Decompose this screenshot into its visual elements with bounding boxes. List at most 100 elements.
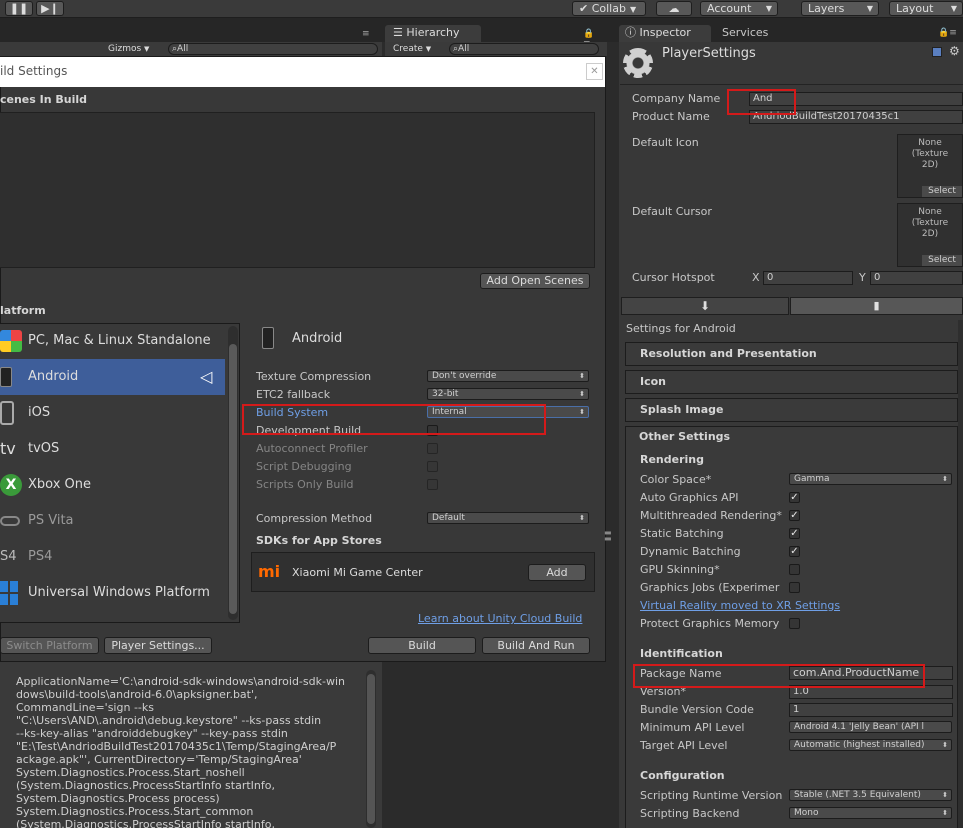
android-platform-icon xyxy=(262,327,274,349)
scripting-backend-dropdown[interactable]: Mono ⬍ xyxy=(789,807,952,819)
info-icon: ⓘ xyxy=(625,26,636,39)
ps-vita-icon xyxy=(0,516,20,526)
console-line: ApplicationName='C:\android-sdk-windows\… xyxy=(16,675,345,688)
target-api-dropdown[interactable]: Automatic (highest installed) ⬍ xyxy=(789,739,952,751)
scenes-list[interactable] xyxy=(0,112,595,268)
caret-down-icon: ▼ xyxy=(629,5,637,14)
player-settings-button[interactable]: Player Settings... xyxy=(104,637,212,654)
cloud-button[interactable]: ☁ xyxy=(656,1,692,16)
console-scrollbar-thumb[interactable] xyxy=(367,674,375,824)
platform-item-standalone[interactable]: PC, Mac & Linux Standalone xyxy=(0,323,225,359)
platform-scrollbar-thumb[interactable] xyxy=(229,344,237,614)
platform-item-ios[interactable]: iOS xyxy=(0,395,225,431)
section-icon[interactable]: Icon xyxy=(625,370,958,394)
account-dropdown[interactable]: Account ▼ xyxy=(700,1,778,16)
sdk-add-button[interactable]: Add xyxy=(528,564,586,581)
min-api-dropdown[interactable]: Android 4.1 'Jelly Bean' (API l xyxy=(789,721,952,733)
section-resolution[interactable]: Resolution and Presentation xyxy=(625,342,958,366)
add-open-scenes-button[interactable]: Add Open Scenes xyxy=(480,273,590,289)
rendering-header: Rendering xyxy=(640,453,704,466)
platform-tab-standalone[interactable]: ⬇ xyxy=(621,297,789,315)
bundle-code-field[interactable]: 1 xyxy=(789,703,953,717)
hierarchy-menu-icon[interactable]: 🔒≡ xyxy=(583,29,601,49)
static-batching-checkbox[interactable]: ✓ xyxy=(789,528,800,539)
multithreaded-checkbox[interactable]: ✓ xyxy=(789,510,800,521)
hotspot-y-field[interactable]: 0 xyxy=(870,271,963,285)
section-splash[interactable]: Splash Image xyxy=(625,398,958,422)
gpu-skinning-checkbox[interactable] xyxy=(789,564,800,575)
platform-scrollbar[interactable] xyxy=(228,326,238,620)
platform-item-uwp[interactable]: Universal Windows Platform xyxy=(0,575,225,611)
layers-dropdown[interactable]: Layers ▼ xyxy=(801,1,879,16)
tab-hierarchy[interactable]: ☰ Hierarchy xyxy=(385,25,481,42)
platform-item-xbox[interactable]: X Xbox One xyxy=(0,467,225,503)
console-line: (System.Diagnostics.ProcessStartInfo sta… xyxy=(16,818,275,828)
build-button[interactable]: Build xyxy=(368,637,476,654)
platform-item-android[interactable]: Android ◁ xyxy=(0,359,225,395)
vr-settings-link[interactable]: Virtual Reality moved to XR Settings xyxy=(640,599,840,612)
autoconnect-profiler-checkbox[interactable] xyxy=(427,443,438,454)
company-name-label: Company Name xyxy=(632,92,721,105)
scene-search-input[interactable]: ⌕All xyxy=(168,43,378,55)
close-icon[interactable]: ✕ xyxy=(586,63,603,80)
compression-method-dropdown[interactable]: Default ⬍ xyxy=(427,512,589,524)
protect-graphics-checkbox[interactable] xyxy=(789,618,800,629)
hotspot-x-field[interactable]: 0 xyxy=(763,271,853,285)
console-line: dows\build-tools\android-6.0\apksigner.b… xyxy=(16,688,258,701)
platform-item-ps4[interactable]: S4 PS4 xyxy=(0,539,225,575)
pause-button[interactable]: ❚❚ xyxy=(5,1,33,16)
select-button[interactable]: Select xyxy=(922,186,962,197)
list-icon: ☰ xyxy=(393,26,403,39)
gizmos-dropdown[interactable]: Gizmos ▼ xyxy=(108,43,160,55)
windows-logo-icon xyxy=(0,330,22,352)
dynamic-batching-checkbox[interactable]: ✓ xyxy=(789,546,800,557)
main-toolbar: ❚❚ ▶❙ ✔ Collab ▼ ☁ Account ▼ Layers ▼ Layou… xyxy=(0,0,963,18)
color-space-dropdown[interactable]: Gamma ⬍ xyxy=(789,473,952,485)
etc2-fallback-dropdown[interactable]: 32-bit ⬍ xyxy=(427,388,589,400)
download-icon: ⬇ xyxy=(699,299,711,313)
platform-item-psvita[interactable]: PS Vita xyxy=(0,503,225,539)
check-icon: ✔ xyxy=(579,2,589,15)
select-button[interactable]: Select xyxy=(922,255,962,266)
default-icon-slot[interactable]: None (Texture 2D) Select xyxy=(897,134,963,198)
create-dropdown[interactable]: Create ▼ xyxy=(393,43,443,55)
caret-down-icon: ▼ xyxy=(950,4,957,13)
tab-inspector[interactable]: ⓘ Inspector xyxy=(619,25,711,42)
scripting-runtime-dropdown[interactable]: Stable (.NET 3.5 Equivalent) ⬍ xyxy=(789,789,952,801)
auto-graphics-checkbox[interactable]: ✓ xyxy=(789,492,800,503)
tab-services[interactable]: Services xyxy=(722,25,792,42)
updown-arrow-icon: ⬍ xyxy=(579,390,585,398)
graphics-jobs-checkbox[interactable] xyxy=(789,582,800,593)
settings-for-label: Settings for Android xyxy=(626,322,736,335)
help-icon[interactable] xyxy=(932,47,942,57)
updown-arrow-icon: ⬍ xyxy=(942,475,948,483)
scene-menu-icon[interactable]: ≡ xyxy=(362,29,376,39)
collab-dropdown[interactable]: ✔ Collab ▼ xyxy=(572,1,646,16)
inspector-scrollbar[interactable] xyxy=(958,320,963,828)
platform-item-tvos[interactable]: tv tvOS xyxy=(0,431,225,467)
panel-splitter[interactable]: ▬ ▬ xyxy=(604,529,612,554)
console-scrollbar[interactable] xyxy=(366,670,376,828)
settings-cog-icon[interactable]: ⚙ xyxy=(949,44,963,58)
texture-compression-dropdown[interactable]: Don't override ⬍ xyxy=(427,370,589,382)
section-other[interactable]: Other Settings xyxy=(639,430,730,443)
inspector-menu-icon[interactable]: 🔒≡ xyxy=(938,28,963,40)
default-icon-label: Default Icon xyxy=(632,136,699,149)
hierarchy-search-input[interactable]: ⌕All xyxy=(449,43,599,55)
step-button[interactable]: ▶❙ xyxy=(36,1,64,16)
inspector-divider xyxy=(620,84,963,85)
scripting-backend-label: Scripting Backend xyxy=(640,807,740,820)
updown-arrow-icon: ⬍ xyxy=(579,408,585,416)
cloud-build-link[interactable]: Learn about Unity Cloud Build xyxy=(418,612,582,625)
dynamic-batching-label: Dynamic Batching xyxy=(640,545,741,558)
switch-platform-button[interactable]: Switch Platform xyxy=(0,637,99,654)
script-debugging-checkbox[interactable] xyxy=(427,461,438,472)
build-and-run-button[interactable]: Build And Run xyxy=(482,637,590,654)
scripts-only-build-checkbox[interactable] xyxy=(427,479,438,490)
autoconnect-profiler-label: Autoconnect Profiler xyxy=(256,442,368,455)
windows-icon xyxy=(0,581,18,605)
platform-tab-android[interactable]: ▮ xyxy=(790,297,963,315)
layout-dropdown[interactable]: Layout ▼ xyxy=(889,1,963,16)
updown-arrow-icon: ⬍ xyxy=(942,791,948,799)
default-cursor-slot[interactable]: None (Texture 2D) Select xyxy=(897,203,963,267)
